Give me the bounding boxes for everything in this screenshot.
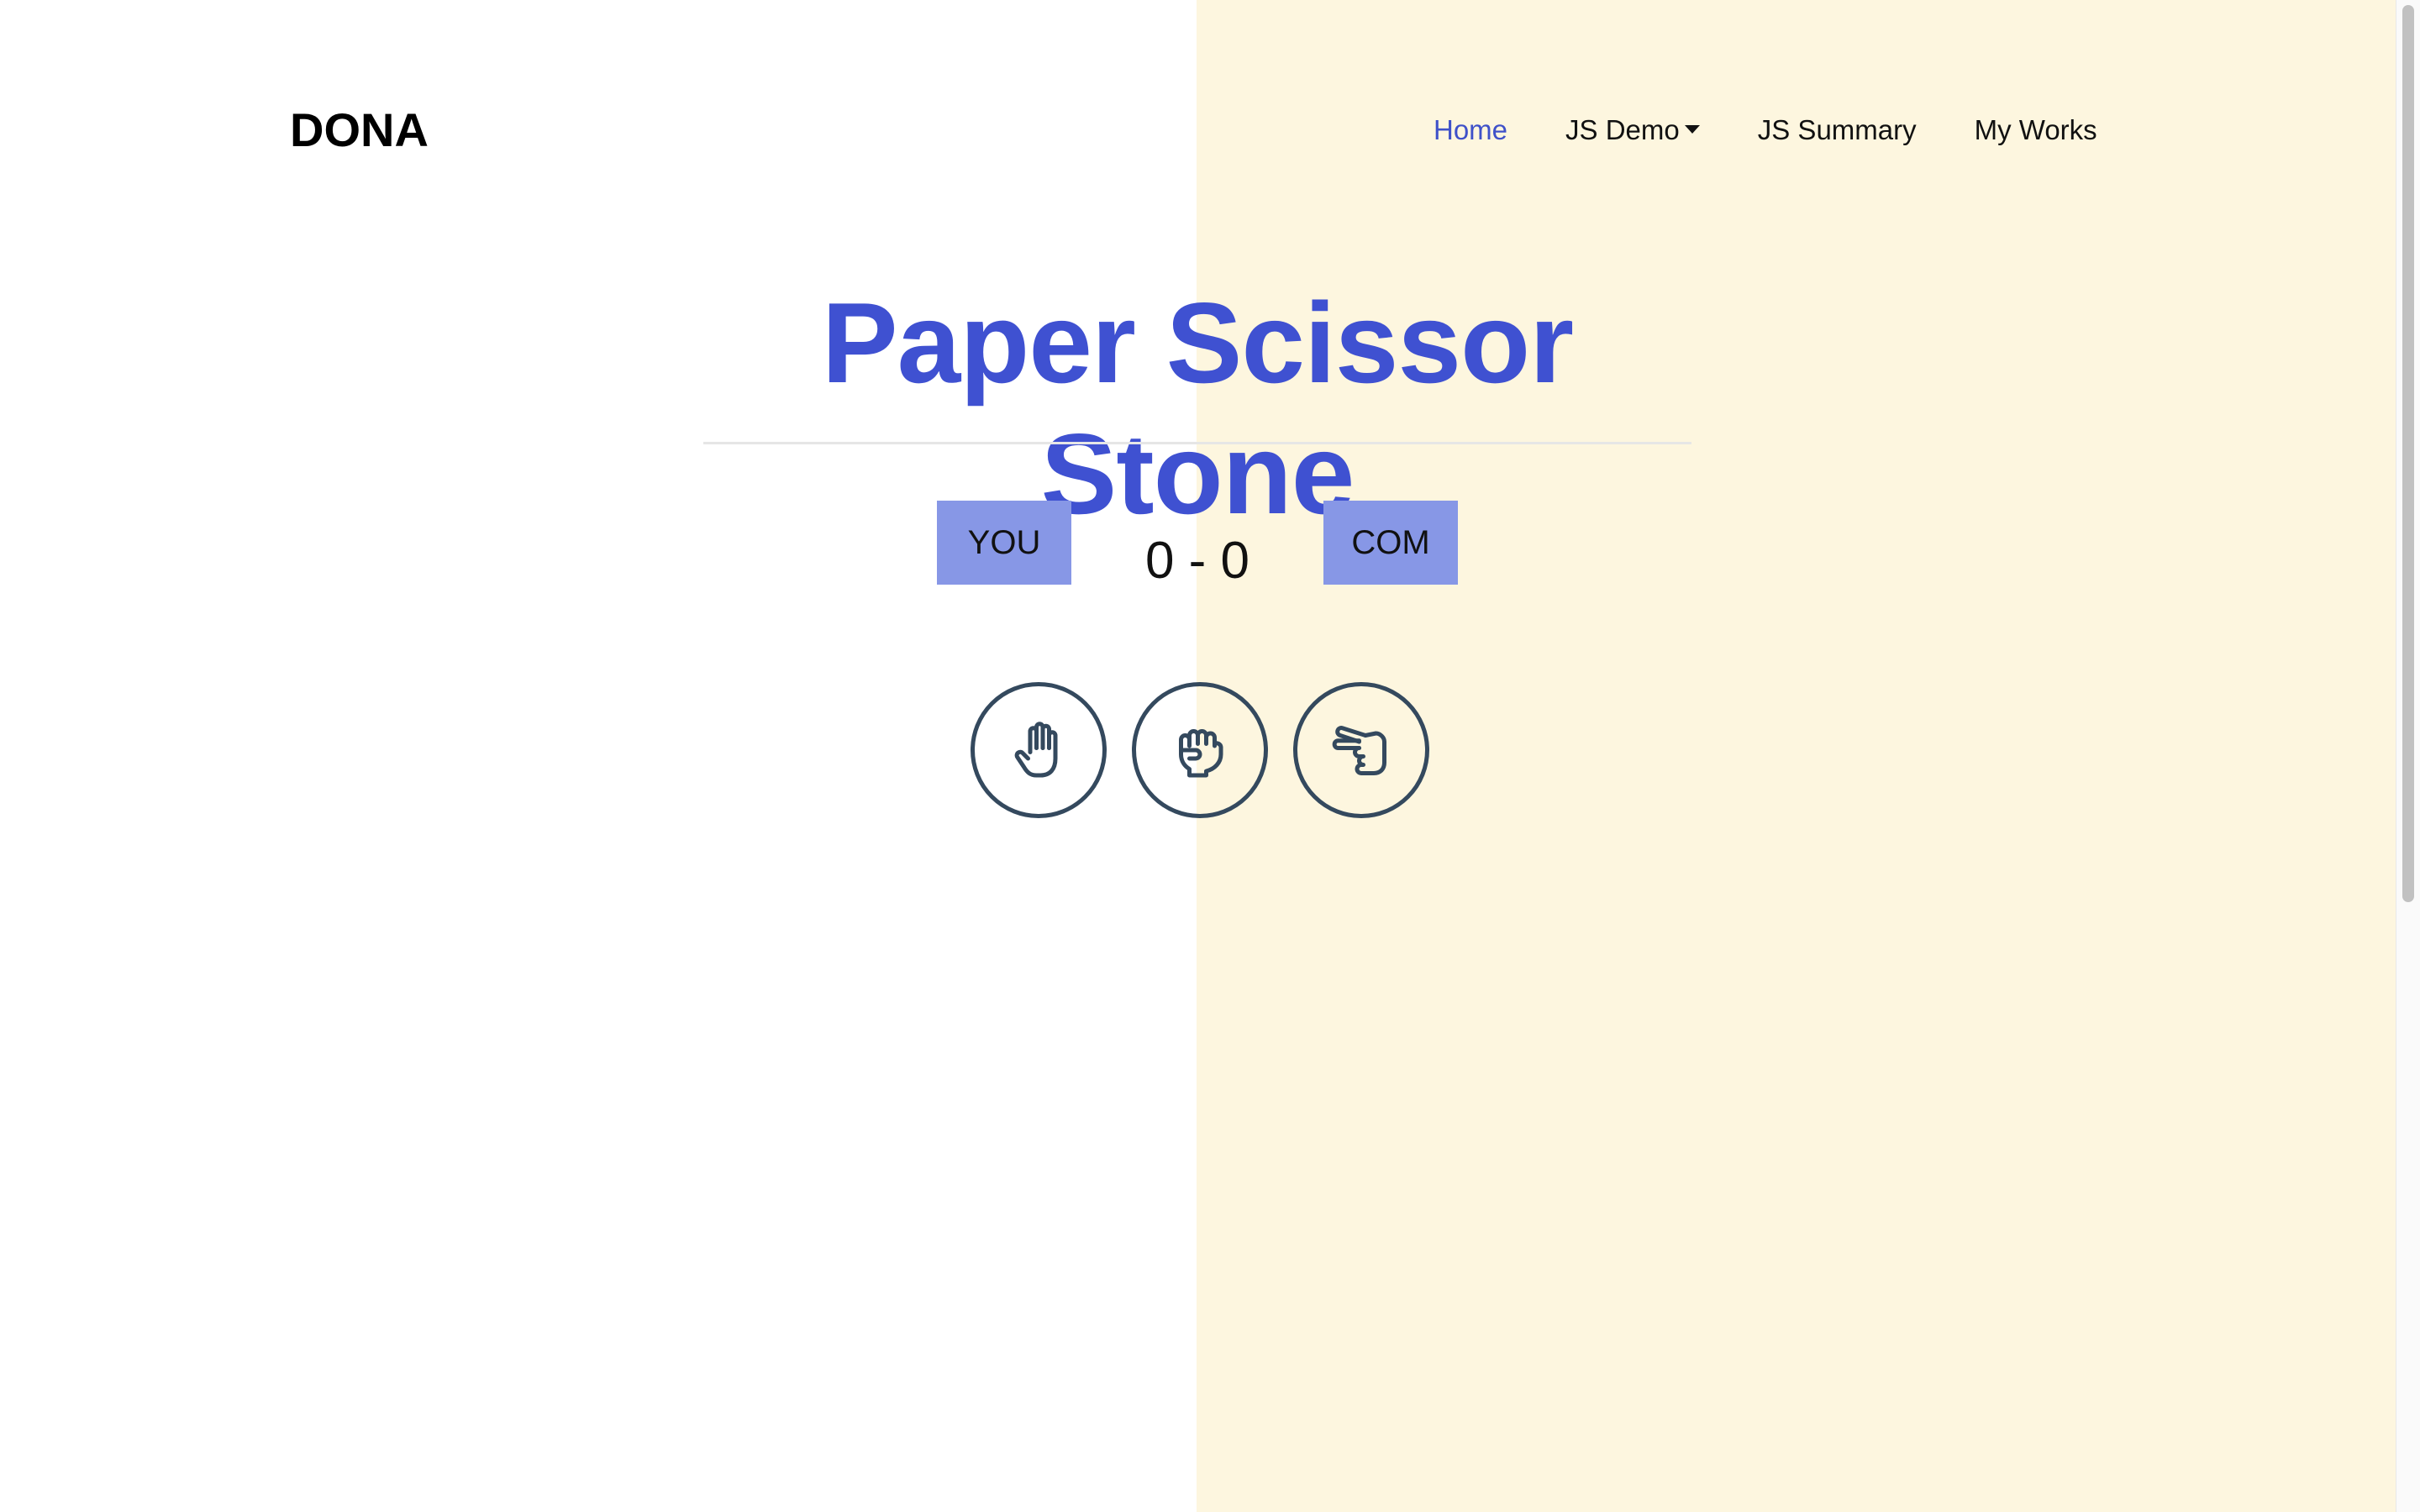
nav-js-summary[interactable]: JS Summary: [1758, 114, 1917, 146]
hand-scissors-icon: [1332, 726, 1386, 775]
computer-badge: COM: [1323, 501, 1458, 585]
nav-js-demo-dropdown[interactable]: JS Demo: [1565, 114, 1700, 146]
hand-rock-icon: [1179, 729, 1223, 778]
hand-paper-icon: [1014, 722, 1058, 778]
nav-my-works[interactable]: My Works: [1975, 114, 2097, 146]
vertical-scrollbar[interactable]: [2396, 0, 2420, 1512]
nav-js-demo-label: JS Demo: [1565, 114, 1680, 145]
scissor-button[interactable]: [1293, 682, 1429, 818]
scrollbar-thumb[interactable]: [2402, 5, 2414, 902]
title-divider: [703, 442, 1691, 444]
main-nav: Home JS Demo JS Summary My Works: [1434, 114, 2097, 146]
stone-button[interactable]: [1132, 682, 1268, 818]
caret-down-icon: [1684, 125, 1700, 134]
nav-home[interactable]: Home: [1434, 114, 1507, 146]
paper-button[interactable]: [971, 682, 1107, 818]
page-title: Paper Scissor Stone: [821, 279, 1574, 538]
page: DONA Home JS Demo JS Summary My Works Pa…: [0, 0, 2420, 1512]
score-display: 0 - 0: [1144, 532, 1250, 590]
choice-buttons: [971, 682, 1429, 818]
brand-logo[interactable]: DONA: [290, 102, 429, 157]
player-badge: YOU: [937, 501, 1071, 585]
